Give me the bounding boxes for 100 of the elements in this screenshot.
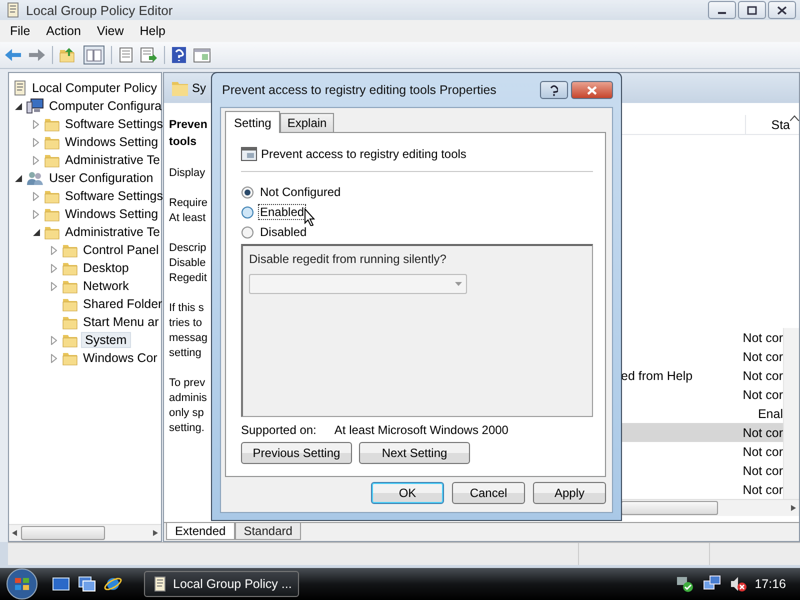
collapse-arrow-icon[interactable] <box>14 102 22 110</box>
scroll-up-icon[interactable] <box>790 115 799 121</box>
table-cell: Not cor <box>742 350 783 364</box>
folder-up-icon[interactable] <box>59 47 77 63</box>
table-cell: Not cor <box>742 444 783 459</box>
column-header[interactable]: Sta <box>746 115 790 134</box>
view-tab[interactable]: Standard <box>234 523 302 540</box>
vertical-scrollbar[interactable] <box>783 328 799 500</box>
tree-item[interactable]: Windows Cor <box>81 351 160 365</box>
collapse-arrow-icon[interactable] <box>32 228 40 236</box>
dialog-button[interactable]: Cancel <box>452 482 525 504</box>
tree-item[interactable]: Shared Folder <box>81 297 164 311</box>
collapse-arrow-icon[interactable] <box>14 174 22 182</box>
tree-item[interactable]: Start Menu ar <box>81 315 161 329</box>
folder-icon <box>62 350 78 366</box>
radio-button[interactable] <box>241 226 254 238</box>
expand-arrow-icon[interactable] <box>33 138 39 146</box>
folder-icon <box>62 332 78 348</box>
policy-icon <box>13 80 27 96</box>
back-arrow-icon[interactable] <box>4 48 22 62</box>
tree-item[interactable]: Administrative Te <box>63 153 162 167</box>
properties-icon[interactable] <box>118 47 134 63</box>
close-button[interactable] <box>571 81 613 99</box>
radio-label[interactable]: Not Configured <box>258 184 343 200</box>
browser-icon[interactable] <box>104 575 122 593</box>
expand-arrow-icon[interactable] <box>33 210 39 218</box>
help-icon[interactable] <box>171 46 187 64</box>
supported-label: Supported on: <box>241 423 316 437</box>
tree-item[interactable]: Software Settings <box>63 189 165 203</box>
tree-item[interactable]: Administrative Te <box>63 225 162 239</box>
minimize-button[interactable] <box>708 1 736 19</box>
menu-item[interactable]: File <box>2 24 38 38</box>
clock[interactable]: 17:16 <box>754 577 786 591</box>
setting-title: Preven tools <box>169 118 208 150</box>
tree-panel-icon[interactable] <box>83 45 105 65</box>
folder-icon <box>44 188 60 204</box>
dialog-button[interactable]: OK <box>371 482 444 504</box>
computer-icon <box>26 98 44 114</box>
network-check-icon[interactable] <box>674 575 695 593</box>
tree-item[interactable]: Windows Setting <box>63 135 160 149</box>
table-cell: Not cor <box>742 426 783 440</box>
tree-item[interactable]: Network <box>81 279 131 293</box>
tree-item[interactable]: Local Computer Policy <box>30 81 160 95</box>
view-tab[interactable]: Extended <box>166 523 235 540</box>
tree-item[interactable]: System <box>81 332 131 348</box>
policy-name: Prevent access to registry editing tools <box>261 147 466 161</box>
maximize-button[interactable] <box>738 1 766 19</box>
menu-item[interactable]: Help <box>132 24 174 38</box>
expand-arrow-icon[interactable] <box>51 336 57 344</box>
description-text: Require At least <box>169 196 209 226</box>
maximize-icon <box>747 6 757 14</box>
speaker-muted-icon[interactable] <box>728 575 747 593</box>
menu-item[interactable]: Action <box>38 24 89 38</box>
dialog-tab[interactable]: Explain <box>280 113 334 132</box>
tree-item[interactable]: Computer Configura <box>47 99 164 113</box>
horizontal-scrollbar[interactable] <box>9 524 161 541</box>
help-icon <box>550 84 558 96</box>
close-icon <box>777 6 787 14</box>
show-desktop-icon[interactable] <box>52 576 70 592</box>
expand-arrow-icon[interactable] <box>51 282 57 290</box>
export-list-icon[interactable] <box>140 47 158 63</box>
table-cell: Enal <box>758 406 783 421</box>
help-button[interactable] <box>540 81 568 99</box>
tree-item[interactable]: Control Panel <box>81 243 161 257</box>
dialog-title: Prevent access to registry editing tools Properties <box>222 83 496 97</box>
switch-windows-icon[interactable] <box>78 576 96 592</box>
dropdown-arrow-icon <box>455 282 462 286</box>
radio-button[interactable] <box>241 186 254 198</box>
policy-icon <box>6 2 20 18</box>
folder-icon <box>62 278 78 294</box>
close-button[interactable] <box>768 1 796 19</box>
folder-icon <box>62 296 78 312</box>
cursor-icon <box>304 208 316 226</box>
selected-row[interactable]: Not cor <box>621 423 783 442</box>
tree-item[interactable]: Windows Setting <box>63 207 160 221</box>
expand-arrow-icon[interactable] <box>33 156 39 164</box>
taskbar-button[interactable]: Local Group Policy ... <box>144 571 299 597</box>
policy-setting-icon <box>241 147 257 161</box>
nav-button[interactable]: Next Setting <box>359 442 470 464</box>
expand-arrow-icon[interactable] <box>51 354 57 362</box>
description-text: Display <box>169 166 206 181</box>
radio-button[interactable] <box>241 206 254 218</box>
tree-item[interactable]: Software Settings <box>63 117 165 131</box>
horizontal-scrollbar[interactable] <box>621 499 799 516</box>
nav-button[interactable]: Previous Setting <box>241 442 352 464</box>
expand-arrow-icon[interactable] <box>33 192 39 200</box>
expand-arrow-icon[interactable] <box>51 264 57 272</box>
forward-arrow-icon[interactable] <box>28 48 46 62</box>
tree-item[interactable]: User Configuration <box>47 171 156 185</box>
tree-item[interactable]: Desktop <box>81 261 131 275</box>
expand-arrow-icon[interactable] <box>33 120 39 128</box>
dialog-button[interactable]: Apply <box>533 482 606 504</box>
folder-icon <box>44 224 60 240</box>
filter-icon[interactable] <box>193 47 211 63</box>
expand-arrow-icon[interactable] <box>51 246 57 254</box>
table-cell: Not cor <box>742 464 783 478</box>
dialog-tab[interactable]: Setting <box>225 111 280 133</box>
radio-label[interactable]: Disabled <box>258 224 309 240</box>
menu-item[interactable]: View <box>88 24 132 38</box>
table-cell: ed from Help <box>621 368 693 383</box>
